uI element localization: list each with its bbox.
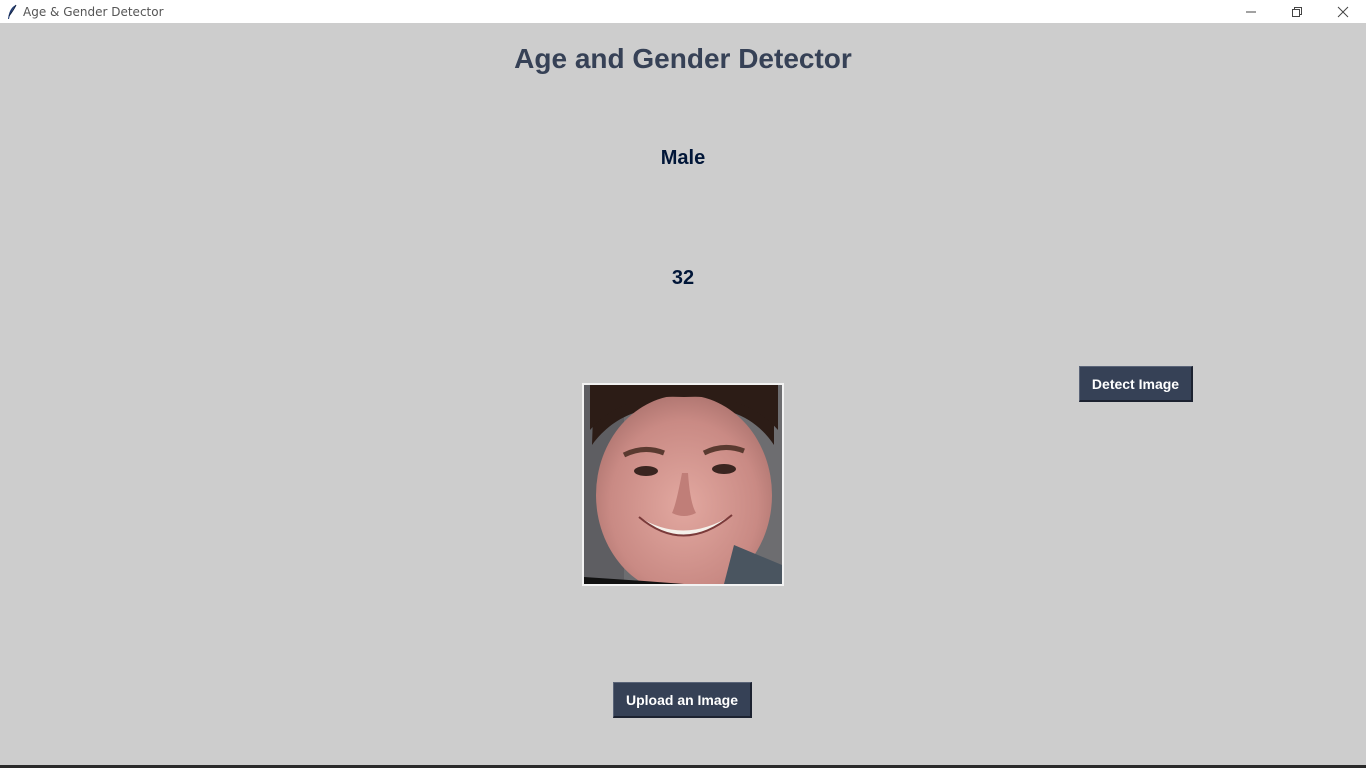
title-bar: Age & Gender Detector [0, 0, 1366, 23]
minimize-icon[interactable] [1228, 0, 1274, 23]
page-title: Age and Gender Detector [514, 43, 852, 74]
gender-result: Male [660, 147, 706, 169]
restore-icon[interactable] [1274, 0, 1320, 23]
window-title: Age & Gender Detector [23, 4, 164, 19]
feather-icon [4, 4, 20, 20]
age-result: 32 [671, 267, 695, 289]
close-icon[interactable] [1320, 0, 1366, 23]
upload-image-button[interactable]: Upload an Image [613, 682, 752, 718]
face-photo [582, 383, 784, 586]
window-controls [1228, 0, 1366, 23]
detect-image-button[interactable]: Detect Image [1079, 366, 1193, 402]
